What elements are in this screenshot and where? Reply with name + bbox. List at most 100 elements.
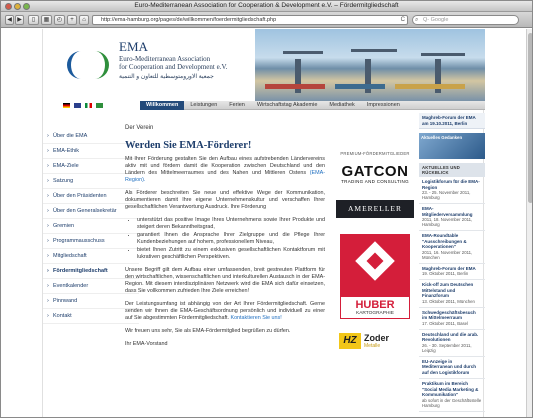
news-item[interactable]: EU-Anzeige in Mediterranean und durch au… [419,357,485,379]
add-bookmark-icon[interactable]: + [67,15,77,25]
flag-it-icon[interactable] [85,103,92,108]
news-highlight[interactable]: Maghreb-Forum der EMA am 19.10.2011, Ber… [419,113,485,129]
search-field[interactable]: ⌕ Q- Google [412,15,519,25]
news-item[interactable]: EMA-Mitgliederversammlung 2011, 18. Nove… [419,204,485,231]
zoder-logo[interactable]: HZ Zoder Metalle [333,333,417,349]
nav-mediathek[interactable]: Mediathek [323,101,360,110]
main-content: Der Verein Werden Sie EMA-Förderer! Mit … [125,125,325,354]
news-item[interactable]: Schwedgeschäftsbesuch im Mittelmeerraum … [419,308,485,330]
web-page: EMA Euro-Mediterranean Association for C… [42,29,485,417]
window-title: Euro-Mediterranean Association for Coope… [134,2,399,9]
zoder-subtitle: Metalle [364,342,381,349]
ema-logo-icon[interactable] [65,49,113,81]
gatcon-subtitle: TRADING AND CONSULTING [341,179,409,184]
news-item-title: Schwedgeschäftsbesuch im Mittelmeerraum [422,309,476,321]
news-item[interactable]: EMA-Roundtable "Ausschreibungen & Kooper… [419,231,485,264]
brand-arabic: جمعية الاورومتوسطية للتعاون و التنمية [119,74,214,80]
amereller-logo[interactable]: AMERELLER [336,200,414,218]
flag-en-icon[interactable] [74,103,81,108]
diamond-shape [355,241,395,281]
platform-paragraph: Unsere Begriff gilt dem Aufbau einer umf… [125,267,325,294]
news-highlight-title: Maghreb-Forum der EMA am 19.10.2011, Ber… [422,115,476,126]
nav-leistungen[interactable]: Leistungen [184,101,223,110]
intro-paragraph: Mit Ihrer Förderung gestalten Sie den Au… [125,156,325,184]
crane-boom-shape [283,51,323,54]
header-port-image [255,29,485,101]
brand-name: EMA [119,39,148,54]
nav-willkommen[interactable]: Willkommen [140,100,185,110]
page-viewport: EMA Euro-Mediterranean Association for C… [1,29,532,417]
page-title: Werden Sie EMA-Förderer! [125,140,252,151]
news-item-title: Logistikforum für die EMA-Region [422,179,480,190]
news-item-title: EMA-Mitgliederversammlung [422,206,473,217]
zoder-name: Zoder [364,332,390,343]
brand-line-1: Euro-Mediterranean Association [119,55,211,63]
diamond-inner-shape [366,252,384,270]
sponsors-column: PREMIUM-FÖRDERMITGLIEDER GATCON TRADING … [333,151,417,349]
huber-name: HUBER [355,299,395,311]
news-item[interactable]: Deutschland und die arab. Revolutionen 2… [419,330,485,357]
back-button[interactable]: ◀ [5,15,14,25]
huber-logo[interactable]: HUBER KARTOGRAPHIE [340,234,410,319]
search-placeholder: Q- Google [423,17,449,23]
container-shape [335,84,385,89]
gatcon-logo[interactable]: GATCON TRADING AND CONSULTING [335,164,415,184]
vertical-scrollbar[interactable] [526,29,532,417]
browser-toolbar: ◀ ▶ ▯ ▦ ◴ + ⌂ http://ema-hamburg.org/pag… [1,12,532,28]
news-item[interactable]: Logistikforum für die EMA-Region 23. - 2… [419,177,485,204]
main-navigation: Willkommen Leistungen Ferien Wirtschafts… [140,100,485,110]
nav-ferien[interactable]: Ferien [223,101,251,110]
reload-icon[interactable]: C [401,16,405,24]
search-icon: ⌕ [415,17,419,23]
news-item-date: 26. - 30. September 2011, Leipzig [422,342,472,353]
url-text: http://ema-hamburg.org/pages/de/willkomm… [101,17,277,23]
forward-button[interactable]: ▶ [15,15,24,25]
top-sites-icon[interactable]: ▦ [41,15,52,25]
news-heading: AKTUELLES UND RÜCKBLICK [419,163,485,177]
news-thumbnail[interactable]: Aktuelles Gedanken [419,133,485,159]
news-item-title: Praktikum im Bereich "Social Media Marke… [422,381,479,397]
contact-paragraph: Der Leistungsumfang ist abhängig von der… [125,301,325,322]
nav-wirtschaftstag[interactable]: Wirtschaftstag Akademie [251,101,324,110]
huber-subtitle: KARTOGRAPHIE [356,311,394,316]
news-item-date: 19. Oktober 2011, Berlin [422,271,469,276]
news-item-title: Deutschland und die arab. Revolutionen [422,331,479,343]
intro-text: Mit Ihrer Förderung gestalten Sie den Au… [125,156,325,176]
flag-de-icon[interactable] [63,103,70,108]
history-icon[interactable]: ◴ [54,15,65,25]
news-item[interactable]: Praktikum im Bereich "Social Media Marke… [419,379,485,412]
news-item-title: Kick-off zum Deutschen Mittelstand und F… [422,282,474,298]
sidebar-toggle-icon[interactable]: ▯ [28,15,39,25]
browser-window: Euro-Mediterranean Association for Coope… [0,0,533,418]
news-thumbnail-label: Aktuelles Gedanken [421,135,463,140]
benefits-paragraph: Als Förderer beschreiten Sie neue und ef… [125,190,325,210]
nav-impressionen[interactable]: Impressionen [361,101,406,110]
news-item-date: 23. - 25. November 2011, Hamburg [422,190,471,200]
crane-boom-shape [351,49,397,52]
contact-link[interactable]: Kontaktieren Sie uns! [230,315,281,321]
news-item-title: EMA-Roundtable "Ausschreibungen & Kooper… [422,233,467,249]
news-item-date: 2011, 16. November 2011, München [422,249,473,260]
address-bar[interactable]: http://ema-hamburg.org/pages/de/willkomm… [92,15,408,25]
title-bar: Euro-Mediterranean Association for Coope… [1,1,532,12]
zoder-mark: HZ [339,333,361,349]
news-item-date: ab sofort in der Geschäftsstelle Hamburg [422,397,482,408]
sponsors-title: PREMIUM-FÖRDERMITGLIEDER [340,151,410,156]
section-label: Der Verein [125,125,154,131]
language-flags [43,101,139,111]
list-item: bietet Ihnen Zutritt zu einem exklusiven… [137,247,325,261]
news-item[interactable]: Kick-off zum Deutschen Mittelstand und F… [419,280,485,308]
container-shape [265,84,325,89]
brand-line-2: for Cooperation and Development e.V. [119,63,228,71]
news-item-title: EU-Anzeige in Mediterranean und durch au… [422,358,477,375]
benefits-list: unterstützt das positive Image Ihres Unt… [137,217,325,261]
flag-ar-icon[interactable] [96,103,103,108]
news-column: Maghreb-Forum der EMA am 19.10.2011, Ber… [419,113,485,412]
list-item: unterstützt das positive Image Ihres Unt… [137,217,325,231]
welcome-paragraph: Wir freuen uns sehr, Sie als EMA-Förderm… [125,328,291,334]
signature: Ihr EMA-Vorstand [125,341,168,347]
container-shape [395,84,465,89]
scrollbar-thumb[interactable] [528,33,532,203]
home-icon[interactable]: ⌂ [79,15,89,25]
news-item[interactable]: Maghreb-Forum der EMA 19. Oktober 2011, … [419,264,485,280]
